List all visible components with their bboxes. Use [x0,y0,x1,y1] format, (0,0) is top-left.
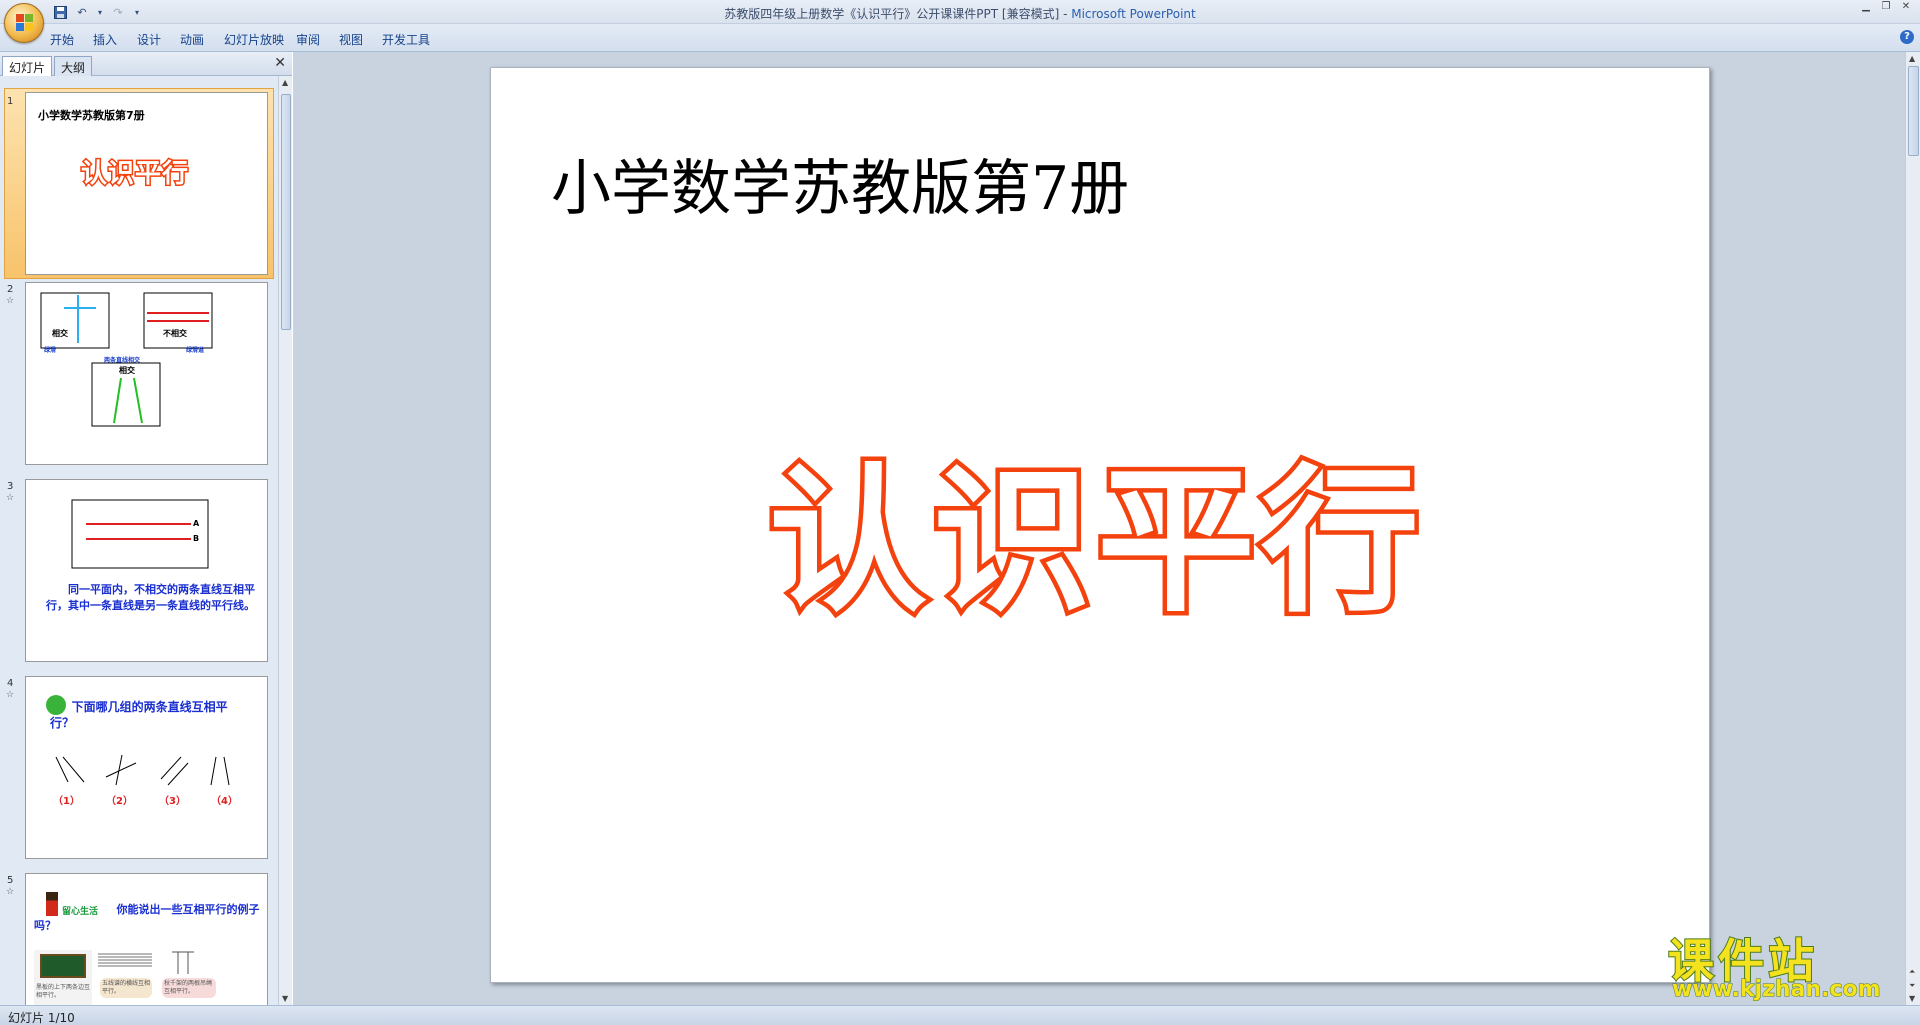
tab-animations[interactable]: 动画 [180,31,204,48]
animation-star-icon: ☆ [6,296,15,306]
thumbnail-scrollbar[interactable]: ▲ ▼ [278,76,292,1005]
tab-review[interactable]: 审阅 [296,31,320,48]
thumbnail-list[interactable]: 1 小学数学苏教版第7册 认识平行 2 ☆ 相交 不相交 相交 绿滑 两条直线相… [0,76,278,1005]
scroll-up-icon[interactable]: ▲ [282,78,288,87]
thumbnail-number: 5 [7,875,14,886]
tab-slides[interactable]: 幻灯片 [2,56,53,76]
title-bar: 苏教版四年级上册数学《认识平行》公开课课件PPT [兼容模式] - Micros… [0,0,1920,24]
thumbnail-number: 2 [7,284,14,295]
question-text: 你能说出一些互相平行的例子吗？ [34,903,260,932]
quick-access-toolbar: ↶ ▾ ↷ ▾ [52,3,142,21]
slide-counter: 幻灯片 1/10 [8,1011,75,1025]
thumbnail-diagram [71,499,209,569]
save-icon[interactable] [52,4,68,20]
thumbnail-number: 3 [7,481,14,492]
close-pane-icon[interactable]: ✕ [274,55,286,71]
blackboard-image: 黑板的上下两条边互相平行。 [34,950,92,1005]
redo-icon[interactable]: ↷ [110,4,126,20]
office-button[interactable] [4,3,44,43]
caption-small: 绿滑 [44,347,57,354]
watermark-logo: 课件站 www.kjzhan.com [1667,925,1908,1005]
tab-insert[interactable]: 插入 [93,31,117,48]
slide-big-text[interactable]: 认识平行 [765,413,1425,642]
music-staff-image: 五线谱的横线互相平行。 [96,950,154,1005]
question-text: 下面哪几组的两条直线互相平行？ [50,700,228,730]
current-slide[interactable]: 小学数学苏教版第7册 认识平行 [490,67,1710,983]
slide-title[interactable]: 小学数学苏教版第7册 [551,140,1129,227]
thumbnail-diagram [40,292,213,427]
animation-star-icon: ☆ [6,690,15,700]
help-icon[interactable]: ? [1900,30,1914,44]
slides-pane: 幻灯片 大纲 ✕ 1 小学数学苏教版第7册 认识平行 2 ☆ 相交 不相交 相交… [0,52,292,1005]
office-logo-icon [16,14,34,32]
scrollbar-thumb[interactable] [281,94,291,330]
previous-slide-icon[interactable]: ⏶ [1909,967,1915,977]
caption-small: 绿滑道 [186,347,205,354]
watermark-url: www.kjzhan.com [1672,977,1882,1003]
option-1: （1） [53,796,80,807]
thumbnail-number: 1 [7,96,14,107]
title-separator: - [1059,7,1072,21]
caption: 秋千架的两根吊绳互相平行。 [162,978,216,998]
caption-small: 两条直线相交 [104,357,141,364]
label-intersect: 相交 [52,329,68,338]
tab-home[interactable]: 开始 [50,31,74,48]
thumbnail-slide-1[interactable]: 小学数学苏教版第7册 认识平行 [25,92,268,275]
next-slide-icon[interactable]: ⏷ [1909,981,1915,991]
undo-dropdown-icon[interactable]: ▾ [96,4,104,20]
tab-outline[interactable]: 大纲 [54,56,93,76]
definition-text: 同一平面内，不相交的两条直线互相平行，其中一条直线是另一条直线的平行线。 [46,583,255,612]
ribbon-tabs: 开始 插入 设计 动画 幻灯片放映 审阅 视图 开发工具 ? [0,24,1920,52]
minimize-icon[interactable]: ▁ [1860,1,1872,12]
label-line-a: A [193,519,200,528]
option-3: （3） [159,796,186,807]
undo-icon[interactable]: ↶ [74,4,90,20]
thumbnail-slide-5[interactable]: 留心生活 你能说出一些互相平行的例子吗？ 黑板的上下两条边互相平行。 五线谱的横… [25,873,268,1005]
pane-tabs: 幻灯片 大纲 ✕ [0,52,292,76]
document-title: 苏教版四年级上册数学《认识平行》公开课课件PPT [兼容模式] [724,7,1060,21]
label-intersect-2: 相交 [119,366,135,375]
close-icon[interactable]: ✕ [1900,1,1912,12]
label-not-intersect: 不相交 [163,329,187,338]
tab-design[interactable]: 设计 [137,31,161,48]
scroll-down-icon[interactable]: ▼ [282,994,288,1003]
animation-star-icon: ☆ [6,887,15,897]
tab-developer[interactable]: 开发工具 [382,31,430,48]
thumbnail-slide-3[interactable]: A B 同一平面内，不相交的两条直线互相平行，其中一条直线是另一条直线的平行线。 [25,479,268,662]
tab-view[interactable]: 视图 [339,31,363,48]
main-scrollbar[interactable]: ▲ ⏶ ⏷ ▼ [1905,52,1920,1005]
caption: 五线谱的横线互相平行。 [100,978,152,998]
animation-star-icon: ☆ [6,493,15,503]
scroll-up-icon[interactable]: ▲ [1909,54,1915,63]
thumbnail-big-text: 认识平行 [79,158,190,191]
window-controls: ▁ ❐ ✕ [1860,1,1912,12]
swing-image: 秋千架的两根吊绳互相平行。 [158,950,218,1005]
scroll-down-icon[interactable]: ▼ [1909,994,1915,1003]
window-title: 苏教版四年级上册数学《认识平行》公开课课件PPT [兼容模式] - Micros… [0,5,1920,22]
thumbnail-number: 4 [7,678,14,689]
thumbnail-title: 小学数学苏教版第7册 [38,109,145,122]
thumbnail-slide-2[interactable]: 相交 不相交 相交 绿滑 两条直线相交 绿滑道 [25,282,268,465]
label-line-b: B [193,534,200,543]
status-bar: 幻灯片 1/10 [0,1005,1920,1025]
slide-editing-area: 小学数学苏教版第7册 认识平行 [293,52,1905,1005]
customize-qat-icon[interactable]: ▾ [132,4,142,20]
option-2: （2） [106,796,133,807]
app-name: Microsoft PowerPoint [1071,7,1196,21]
scrollbar-thumb[interactable] [1908,66,1919,156]
caption: 黑板的上下两条边互相平行。 [36,984,91,999]
thumbnail-slide-4[interactable]: 下面哪几组的两条直线互相平行？ （1） （2） （3） （4） [25,676,268,859]
tab-slideshow[interactable]: 幻灯片放映 [224,31,284,48]
restore-icon[interactable]: ❐ [1880,1,1892,12]
option-4: （4） [211,796,238,807]
